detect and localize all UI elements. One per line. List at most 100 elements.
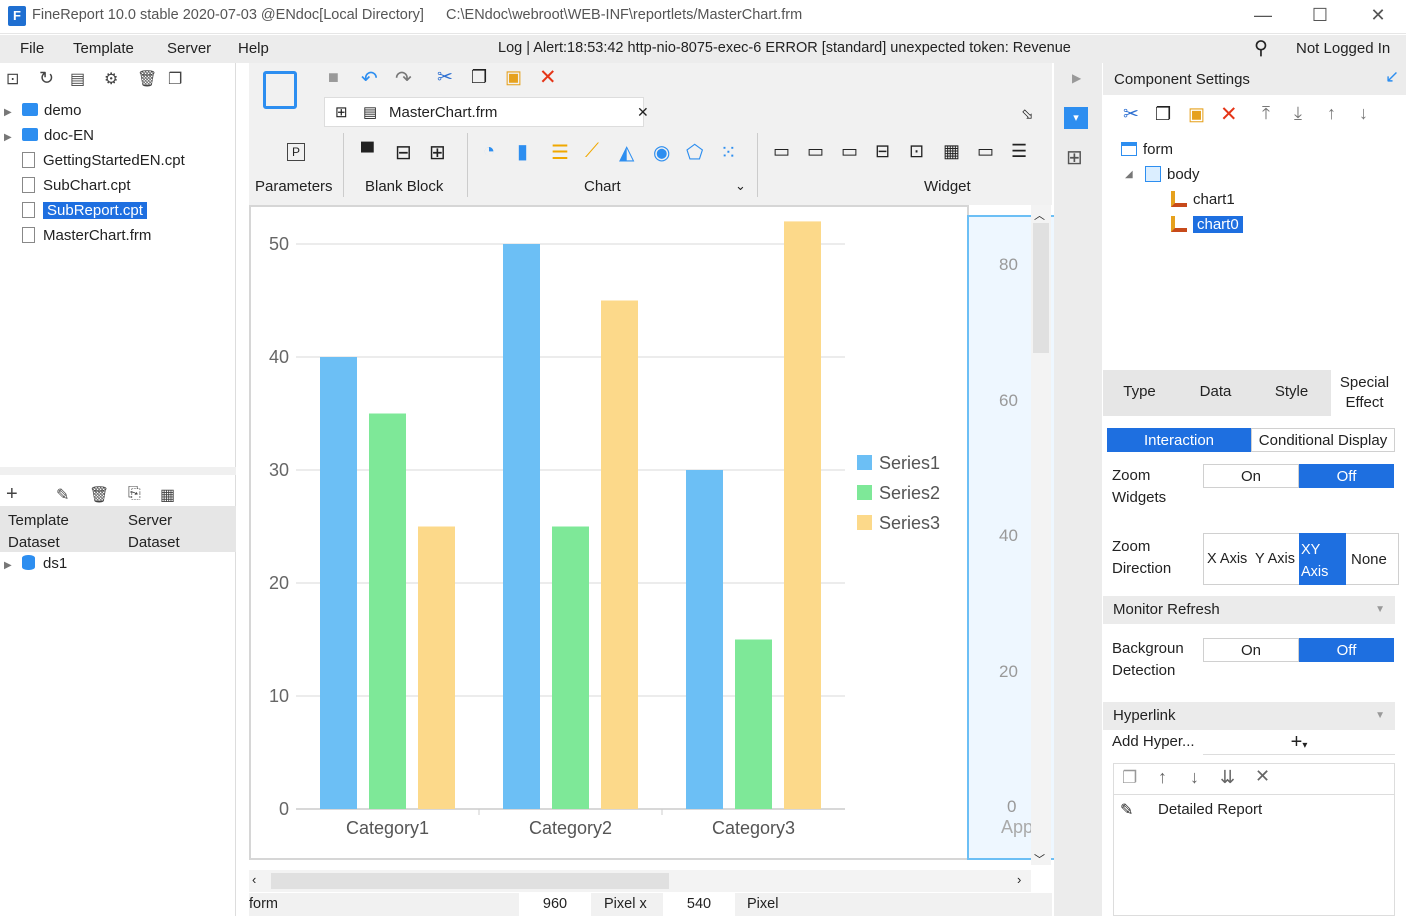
bar[interactable] (552, 526, 589, 810)
tab-menu-icon[interactable]: ⬂ (1021, 105, 1034, 123)
move-top-icon[interactable]: ⤒ (1262, 103, 1270, 124)
move-up-icon[interactable]: ↑ (1327, 103, 1336, 124)
design-canvas[interactable]: 0 10 20 30 40 50 Category1 Category2 Category3 Se… (249, 205, 969, 860)
blank-block-icon[interactable]: ▀ (361, 142, 374, 163)
edit-icon[interactable]: ✎ (56, 485, 69, 505)
layout-icon[interactable]: ⊟ (395, 140, 412, 165)
move-bottom-icon[interactable]: ⤓ (1294, 103, 1302, 124)
button-widget-icon[interactable]: ▭ (841, 141, 858, 162)
search-icon[interactable]: ⚲ (1254, 37, 1268, 60)
textbox-widget-icon[interactable]: ▭ (773, 141, 790, 162)
date-widget-icon[interactable]: ▦ (943, 141, 960, 162)
menu-template[interactable]: Template (73, 40, 134, 57)
zoom-widgets-off[interactable]: Off (1299, 464, 1394, 488)
radio-widget-icon[interactable]: ⊡ (909, 141, 924, 162)
close-tab-icon[interactable]: ✕ (637, 104, 649, 121)
scroll-up-icon[interactable]: ︿ (1034, 207, 1045, 223)
parameter-icon[interactable]: P (287, 143, 305, 161)
menu-help[interactable]: Help (238, 40, 269, 57)
tab-conditional-display[interactable]: Conditional Display (1251, 428, 1395, 452)
dataset-settings-icon[interactable]: ▦ (160, 485, 175, 505)
expand-icon[interactable]: ◢ (1125, 169, 1133, 180)
tree-file[interactable]: SubChart.cpt (22, 175, 131, 197)
delete-icon[interactable]: 🗑 (137, 69, 157, 89)
delete-icon[interactable]: ✕ (1220, 102, 1238, 127)
dir-none[interactable]: None (1351, 551, 1387, 568)
area-chart-icon[interactable]: ◭ (619, 140, 634, 165)
tree-node-body[interactable]: body (1145, 166, 1200, 183)
copy-icon[interactable]: ❐ (1122, 768, 1137, 788)
tree-file-selected[interactable]: SubReport.cpt (22, 200, 147, 222)
zoom-widgets-on[interactable]: On (1203, 464, 1299, 488)
tab-server-dataset[interactable]: Server Dataset (128, 510, 208, 554)
menu-server[interactable]: Server (167, 40, 211, 57)
tab-data[interactable]: Data (1179, 383, 1252, 400)
menu-file[interactable]: File (20, 40, 44, 57)
vertical-scrollbar[interactable]: ︿ ﹀ (1031, 205, 1051, 866)
bar[interactable] (686, 470, 723, 809)
widget-library-icon[interactable]: ⊞ (1066, 145, 1083, 170)
copy-icon[interactable]: ❐ (471, 67, 487, 88)
save-icon[interactable]: ■ (328, 67, 339, 88)
tab-special-effect[interactable]: Special Effect (1331, 370, 1398, 416)
cut-icon[interactable]: ✂ (1123, 103, 1139, 126)
pin-icon[interactable]: ↙ (1385, 67, 1399, 87)
dir-xy-axis[interactable]: XY Axis (1299, 533, 1346, 585)
paste-icon[interactable]: ▣ (1188, 104, 1205, 125)
remove-icon[interactable]: ✕ (1255, 766, 1270, 787)
splitter[interactable] (0, 467, 236, 475)
chevron-down-icon[interactable]: ⌄ (735, 178, 746, 194)
tree-folder-demo[interactable]: demo (22, 100, 82, 122)
scroll-left-icon[interactable]: ‹ (252, 872, 256, 887)
hyperlink-item[interactable]: ✎ Detailed Report (1114, 794, 1394, 824)
tree-node-chart1[interactable]: chart1 (1171, 191, 1235, 208)
add-hyperlink-button[interactable]: +▾ (1203, 731, 1395, 755)
copy-icon[interactable]: ❐ (168, 69, 182, 89)
bar[interactable] (601, 300, 638, 810)
copy-icon[interactable]: ❐ (1155, 104, 1171, 125)
scatter-chart-icon[interactable]: ⁙ (720, 140, 737, 165)
log-alert[interactable]: Log | Alert:18:53:42 http-nio-8075-exec-… (498, 40, 1071, 56)
bar-chart-icon[interactable]: ▮ (517, 139, 528, 164)
bar-chart[interactable]: 0 10 20 30 40 50 Category1 Category2 Category3 Se… (251, 207, 967, 858)
hyperlink-row[interactable]: Hyperlink ▼ (1103, 702, 1395, 730)
pie-chart-icon[interactable]: ◔ (483, 140, 495, 163)
tab-template-dataset[interactable]: Template Dataset (8, 510, 100, 554)
gauge-chart-icon[interactable]: ◉ (653, 140, 670, 165)
login-status[interactable]: Not Logged In (1296, 40, 1390, 57)
refresh-icon[interactable]: ↻ (39, 68, 54, 89)
bg-detection-on[interactable]: On (1203, 638, 1299, 662)
tree-node-form[interactable]: form (1121, 141, 1173, 158)
tab-style[interactable]: Style (1255, 383, 1328, 400)
tree-folder-doc-en[interactable]: doc-EN (22, 125, 94, 147)
component-settings-icon[interactable]: ▾ (1064, 107, 1088, 129)
delete-icon[interactable]: ✕ (539, 65, 557, 90)
bar[interactable] (369, 413, 406, 810)
hbar-chart-icon[interactable]: ☰ (551, 140, 569, 165)
label-widget-icon[interactable]: ▭ (807, 141, 824, 162)
tree-node-chart0[interactable]: chart0 (1171, 216, 1243, 233)
bar[interactable] (735, 639, 772, 810)
tree-file[interactable]: MasterChart.frm (22, 225, 151, 247)
bg-detection-off[interactable]: Off (1299, 638, 1394, 662)
height-input[interactable]: 540 (663, 893, 735, 916)
bar[interactable] (784, 221, 821, 809)
radar-chart-icon[interactable]: ⬠ (686, 140, 703, 165)
horizontal-scrollbar[interactable]: ‹ › (249, 870, 1031, 892)
collapse-icon[interactable]: ▶ (1072, 71, 1081, 85)
preview-icon[interactable]: ⎘ (128, 485, 141, 503)
delete-icon[interactable]: 🗑 (89, 485, 109, 505)
file-tab[interactable]: ⊞ ▤ MasterChart.frm ✕ (324, 97, 649, 127)
tab-type[interactable]: Type (1103, 383, 1176, 400)
scroll-right-icon[interactable]: › (1017, 872, 1021, 887)
dir-y-axis[interactable]: Y Axis (1255, 551, 1295, 567)
tab-interaction[interactable]: Interaction (1107, 428, 1251, 452)
line-chart-icon[interactable]: ⟋ (585, 140, 599, 163)
cut-icon[interactable]: ✂ (437, 66, 453, 89)
paste-icon[interactable]: ▣ (505, 67, 522, 88)
redo-icon[interactable]: ↷ (395, 66, 412, 91)
tree-file[interactable]: GettingStartedEN.cpt (22, 150, 185, 172)
maximize-icon[interactable]: ☐ (1297, 4, 1343, 28)
form-preview-icon[interactable] (263, 71, 297, 109)
dir-x-axis[interactable]: X Axis (1207, 551, 1247, 567)
